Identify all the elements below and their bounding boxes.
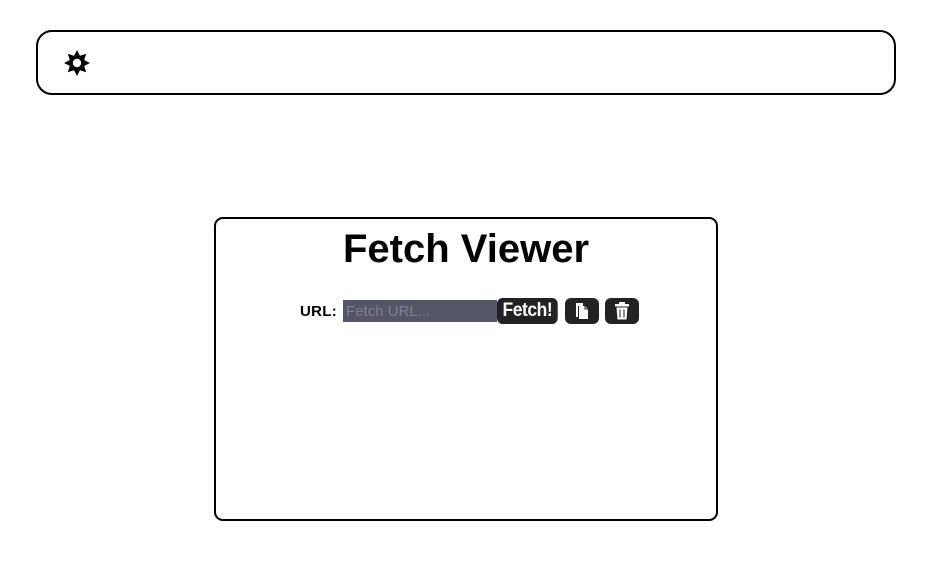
url-label: URL: [300,302,338,320]
fetch-viewer-panel: Fetch Viewer URL: Fetch! [214,217,718,521]
copy-button[interactable] [565,298,600,324]
trash-icon [615,302,630,320]
page-title: Fetch Viewer [342,227,590,271]
top-bar [36,30,896,95]
fetch-button[interactable]: Fetch! [497,298,558,324]
delete-button[interactable] [605,298,640,324]
url-input[interactable] [343,300,498,322]
sun-icon [64,50,90,76]
copy-icon [576,303,589,319]
url-row: URL: Fetch! [300,297,640,325]
theme-toggle-icon[interactable] [63,49,91,77]
